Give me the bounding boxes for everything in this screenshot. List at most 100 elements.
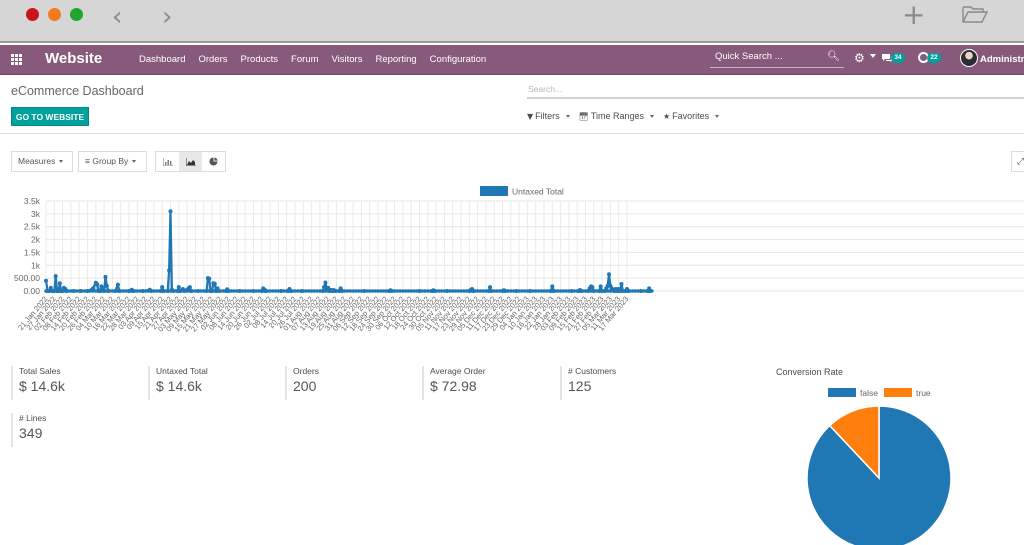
kpi-value: $ 14.6k (19, 378, 65, 394)
legend-swatch-true (884, 388, 912, 397)
measures-dropdown[interactable]: Measures (11, 151, 73, 172)
data-point (104, 283, 109, 288)
y-tick-label: 0.00 (23, 286, 40, 296)
menu-item-orders[interactable]: Orders (198, 54, 227, 65)
menu-item-products[interactable]: Products (241, 54, 279, 65)
data-point (160, 285, 165, 290)
caret-icon (650, 114, 654, 118)
app-brand[interactable]: Website (45, 50, 102, 67)
filters-label: Filters (535, 111, 560, 121)
user-avatar[interactable] (960, 49, 978, 67)
kpi-untaxed-total[interactable]: Untaxed Total $ 14.6k (148, 366, 268, 400)
line-chart: Untaxed Total 0.00 500.00 1k 1.5k 2k 2.5k 3k 3.5… (14, 186, 1024, 334)
legend-swatch (480, 186, 508, 196)
data-point (323, 280, 328, 285)
back-arrow-icon[interactable]: ‹ (112, 2, 122, 32)
menu-item-visitors[interactable]: Visitors (331, 54, 362, 65)
page-title: eCommerce Dashboard (11, 84, 144, 98)
kpi-value: 125 (568, 378, 592, 394)
time-ranges-label: Time Ranges (590, 111, 644, 121)
folder-icon[interactable] (962, 5, 988, 23)
y-tick-label: 3.5k (24, 196, 41, 206)
expand-icon[interactable]: ⤢ (1011, 151, 1024, 172)
data-point (168, 209, 173, 214)
data-point (650, 289, 654, 293)
filters-dropdown[interactable]: ▼ Filters (527, 111, 570, 121)
data-point (115, 282, 120, 287)
favorites-dropdown[interactable]: ★ Favorites (663, 111, 720, 121)
quick-search-placeholder: Quick Search ... (715, 51, 783, 62)
bar-chart-button[interactable] (156, 152, 179, 171)
kpi-total-sales[interactable]: Total Sales $ 14.6k (11, 366, 131, 400)
pie-chart-button[interactable] (202, 152, 225, 171)
gear-icon[interactable]: ⚙ (854, 51, 865, 65)
control-panel: eCommerce Dashboard GO TO WEBSITE ▼ Filt… (0, 76, 1024, 134)
user-menu[interactable]: Administrator (980, 54, 1024, 65)
kpi-label: # Customers (568, 366, 617, 376)
caret-icon (59, 160, 64, 164)
activities-count-badge: 22 (927, 53, 941, 63)
data-point (607, 272, 612, 277)
chart-legend: Untaxed Total (480, 186, 564, 197)
caret-icon (132, 160, 137, 164)
data-point (44, 278, 48, 283)
legend-label-true: true (916, 388, 931, 398)
data-point (590, 285, 595, 290)
menu-item-reporting[interactable]: Reporting (375, 54, 416, 65)
legend-label: Untaxed Total (512, 187, 564, 197)
plus-icon[interactable]: + (902, 0, 925, 30)
kpi-customers[interactable]: # Customers 125 (560, 366, 680, 400)
menu-item-dashboard[interactable]: Dashboard (139, 54, 185, 65)
y-tick-label: 500.00 (14, 273, 40, 283)
kpi-average-order[interactable]: Average Order $ 72.98 (422, 366, 542, 400)
area-chart-icon (185, 157, 196, 166)
chevron-down-icon[interactable] (870, 54, 876, 58)
messages-count-badge: 34 (891, 53, 905, 63)
kpi-label: Orders (293, 366, 319, 376)
measures-label: Measures (18, 156, 56, 166)
kpi-value: $ 14.6k (156, 378, 202, 394)
forward-arrow-icon[interactable]: › (162, 2, 172, 32)
kpi-label: Total Sales (19, 366, 61, 376)
kpi-value: 349 (19, 425, 43, 441)
data-point (57, 281, 62, 286)
search-input[interactable] (527, 81, 1024, 99)
data-point (488, 285, 493, 290)
kpi-label: Average Order (430, 366, 486, 376)
browser-chrome: ‹ › + (0, 0, 1024, 43)
data-point (598, 284, 603, 289)
go-to-website-button[interactable]: GO TO WEBSITE (11, 107, 89, 126)
legend-swatch-false (828, 388, 856, 397)
y-tick-label: 2k (31, 235, 41, 245)
maximize-window-button[interactable] (70, 8, 83, 21)
data-point (207, 276, 212, 281)
y-tick-label: 1k (31, 260, 41, 270)
line-chart-button[interactable] (179, 152, 202, 171)
data-point (167, 268, 172, 273)
data-point (103, 274, 108, 279)
list-icon: ≡ (85, 156, 90, 166)
search-options: ▼ Filters 📅︎ Time Ranges ★ Favorites (527, 111, 720, 121)
caret-icon (565, 114, 570, 118)
menu-item-forum[interactable]: Forum (291, 54, 318, 65)
kpi-orders[interactable]: Orders 200 (285, 366, 405, 400)
menu-item-configuration[interactable]: Configuration (430, 54, 487, 65)
minimize-window-button[interactable] (48, 8, 61, 21)
kpi-lines[interactable]: # Lines 349 (11, 413, 131, 447)
kpi-label: Untaxed Total (156, 366, 208, 376)
legend-label-false: false (860, 388, 878, 398)
calendar-icon: 📅︎ (578, 111, 589, 121)
data-point (187, 285, 192, 290)
search-icon[interactable]: 🔍︎ (827, 51, 840, 62)
time-ranges-dropdown[interactable]: 📅︎ Time Ranges (579, 111, 654, 121)
close-window-button[interactable] (26, 8, 39, 21)
caret-icon (715, 114, 720, 118)
y-tick-label: 3k (31, 209, 41, 219)
main-navbar: Website Dashboard Orders Products Forum … (0, 45, 1024, 75)
data-point (53, 274, 58, 279)
group-by-dropdown[interactable]: ≡ Group By (78, 151, 147, 172)
kpi-value: 200 (293, 378, 317, 394)
apps-menu-icon[interactable] (11, 54, 23, 65)
quick-search-input[interactable]: Quick Search ... 🔍︎ (710, 50, 844, 68)
bar-chart-icon (162, 157, 173, 166)
